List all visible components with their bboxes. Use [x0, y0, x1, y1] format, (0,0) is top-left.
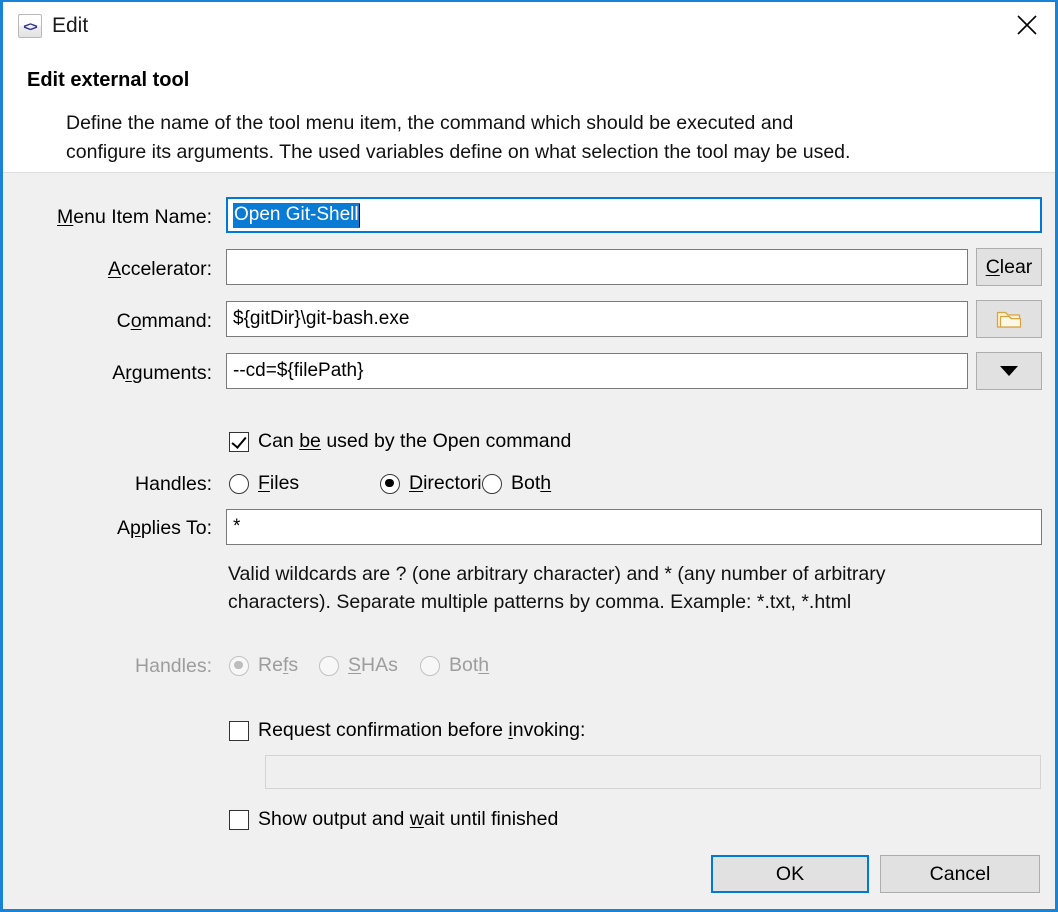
cancel-button[interactable]: Cancel — [880, 855, 1040, 893]
variables-dropdown-button[interactable] — [976, 352, 1042, 390]
accelerator-label: Accelerator: — [27, 258, 212, 281]
radio-refs-label: Refs — [258, 654, 298, 677]
accelerator-input[interactable] — [226, 249, 968, 285]
command-input[interactable]: ${gitDir}\git-bash.exe — [226, 301, 968, 337]
handles-path-radio-both[interactable]: Both — [482, 472, 551, 495]
chevron-down-icon — [1000, 366, 1018, 376]
arguments-input[interactable]: --cd=${filePath} — [226, 353, 968, 389]
show-output-label: Show output and wait until finished — [258, 808, 558, 831]
handles-refs-radio-shas: SHAs — [319, 654, 398, 677]
radio-shas — [319, 656, 339, 676]
can-be-used-checkbox-row[interactable]: Can be used by the Open command — [229, 430, 571, 453]
menu-item-name-value: Open Git-Shell — [234, 203, 359, 228]
dialog-description: Define the name of the tool menu item, t… — [66, 109, 1005, 167]
applies-to-label: Applies To: — [27, 517, 212, 540]
menu-item-name-label: Menu Item Name: — [27, 206, 212, 229]
command-value: ${gitDir}\git-bash.exe — [233, 308, 409, 330]
request-confirmation-input — [265, 755, 1041, 789]
radio-files-label: Files — [258, 472, 299, 495]
menu-item-name-input[interactable]: Open Git-Shell — [226, 197, 1042, 233]
handles-refs-radio-both: Both — [420, 654, 489, 677]
show-output-checkbox[interactable] — [229, 810, 249, 830]
window-title: Edit — [52, 14, 88, 38]
request-confirmation-checkbox-row[interactable]: Request confirmation before invoking: — [229, 719, 585, 742]
arguments-label: Arguments: — [27, 362, 212, 385]
request-confirmation-checkbox[interactable] — [229, 721, 249, 741]
clear-button[interactable]: Clear — [976, 248, 1042, 286]
dialog-body: Menu Item Name: Open Git-Shell Accelerat… — [3, 173, 1055, 909]
dialog-titlebar: <> Edit Edit external tool Define the na… — [3, 2, 1055, 173]
radio-files[interactable] — [229, 474, 249, 494]
wildcard-help-text: Valid wildcards are ? (one arbitrary cha… — [228, 560, 1015, 616]
title-row: <> Edit — [18, 14, 88, 38]
applies-to-value: * — [233, 516, 240, 538]
radio-shas-label: SHAs — [348, 654, 398, 677]
wildcard-help-line-2: characters). Separate multiple patterns … — [228, 588, 1015, 616]
show-output-checkbox-row[interactable]: Show output and wait until finished — [229, 808, 558, 831]
applies-to-input[interactable]: * — [226, 509, 1042, 545]
description-line-2: configure its arguments. The used variab… — [66, 138, 1005, 167]
handles-path-label: Handles: — [27, 473, 212, 496]
handles-path-radio-files[interactable]: Files — [229, 472, 299, 495]
request-confirmation-label: Request confirmation before invoking: — [258, 719, 585, 742]
radio-refs — [229, 656, 249, 676]
handles-refs-label: Handles: — [27, 655, 212, 678]
arguments-value: --cd=${filePath} — [233, 360, 363, 382]
wildcard-help-line-1: Valid wildcards are ? (one arbitrary cha… — [228, 560, 1015, 588]
handles-refs-radio-refs: Refs — [229, 654, 298, 677]
can-be-used-checkbox[interactable] — [229, 432, 249, 452]
edit-external-tool-dialog: <> Edit Edit external tool Define the na… — [0, 0, 1058, 912]
radio-both-path[interactable] — [482, 474, 502, 494]
command-label: Command: — [27, 310, 212, 333]
description-line-1: Define the name of the tool menu item, t… — [66, 109, 1005, 138]
ok-button[interactable]: OK — [711, 855, 869, 893]
radio-both-refs — [420, 656, 440, 676]
radio-both-refs-label: Both — [449, 654, 489, 677]
radio-both-path-label: Both — [511, 472, 551, 495]
page-title: Edit external tool — [27, 69, 189, 92]
can-be-used-label: Can be used by the Open command — [258, 430, 571, 453]
radio-directories[interactable] — [380, 474, 400, 494]
browse-button[interactable] — [976, 300, 1042, 338]
code-brackets-icon: <> — [18, 14, 42, 38]
text-caret — [359, 204, 360, 227]
close-icon[interactable] — [999, 2, 1055, 48]
folder-icon — [995, 308, 1023, 330]
